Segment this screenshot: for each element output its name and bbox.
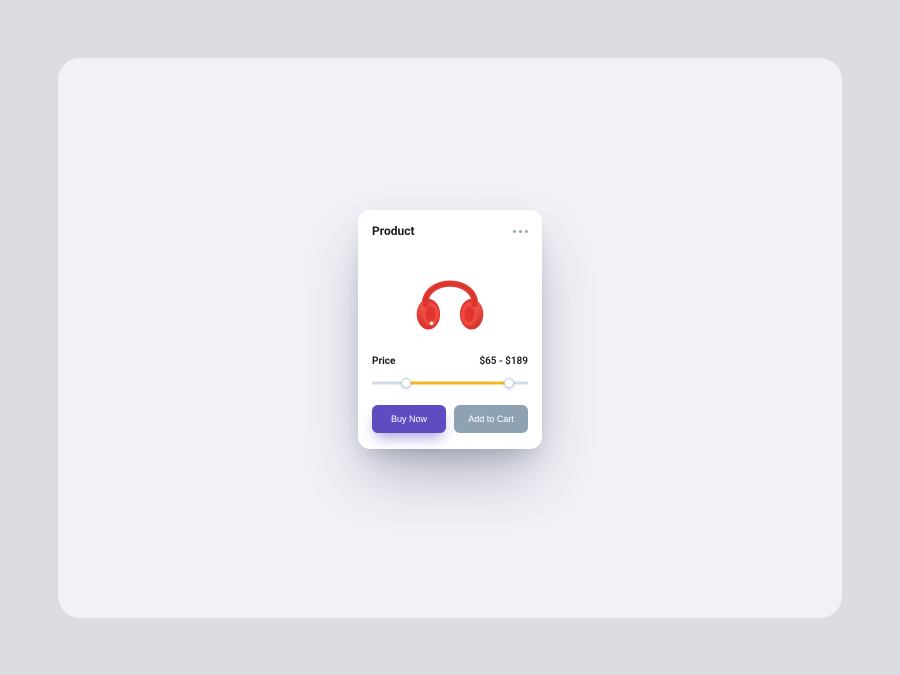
buy-now-button[interactable]: Buy Now	[372, 405, 446, 433]
more-options-icon[interactable]	[513, 230, 528, 233]
product-card: Product	[358, 210, 542, 449]
canvas-frame: Product	[58, 58, 842, 618]
card-title: Product	[372, 224, 415, 238]
price-range-slider[interactable]	[372, 375, 528, 391]
slider-fill	[406, 382, 509, 385]
card-header: Product	[372, 224, 528, 238]
add-to-cart-button[interactable]: Add to Cart	[454, 405, 528, 433]
headphones-icon	[405, 253, 495, 343]
button-row: Buy Now Add to Cart	[372, 405, 528, 433]
price-label: Price	[372, 356, 395, 367]
product-image	[372, 248, 528, 348]
price-value: $65 - $189	[479, 356, 528, 367]
price-row: Price $65 - $189	[372, 356, 528, 367]
slider-thumb-min[interactable]	[401, 378, 411, 388]
slider-thumb-max[interactable]	[504, 378, 514, 388]
